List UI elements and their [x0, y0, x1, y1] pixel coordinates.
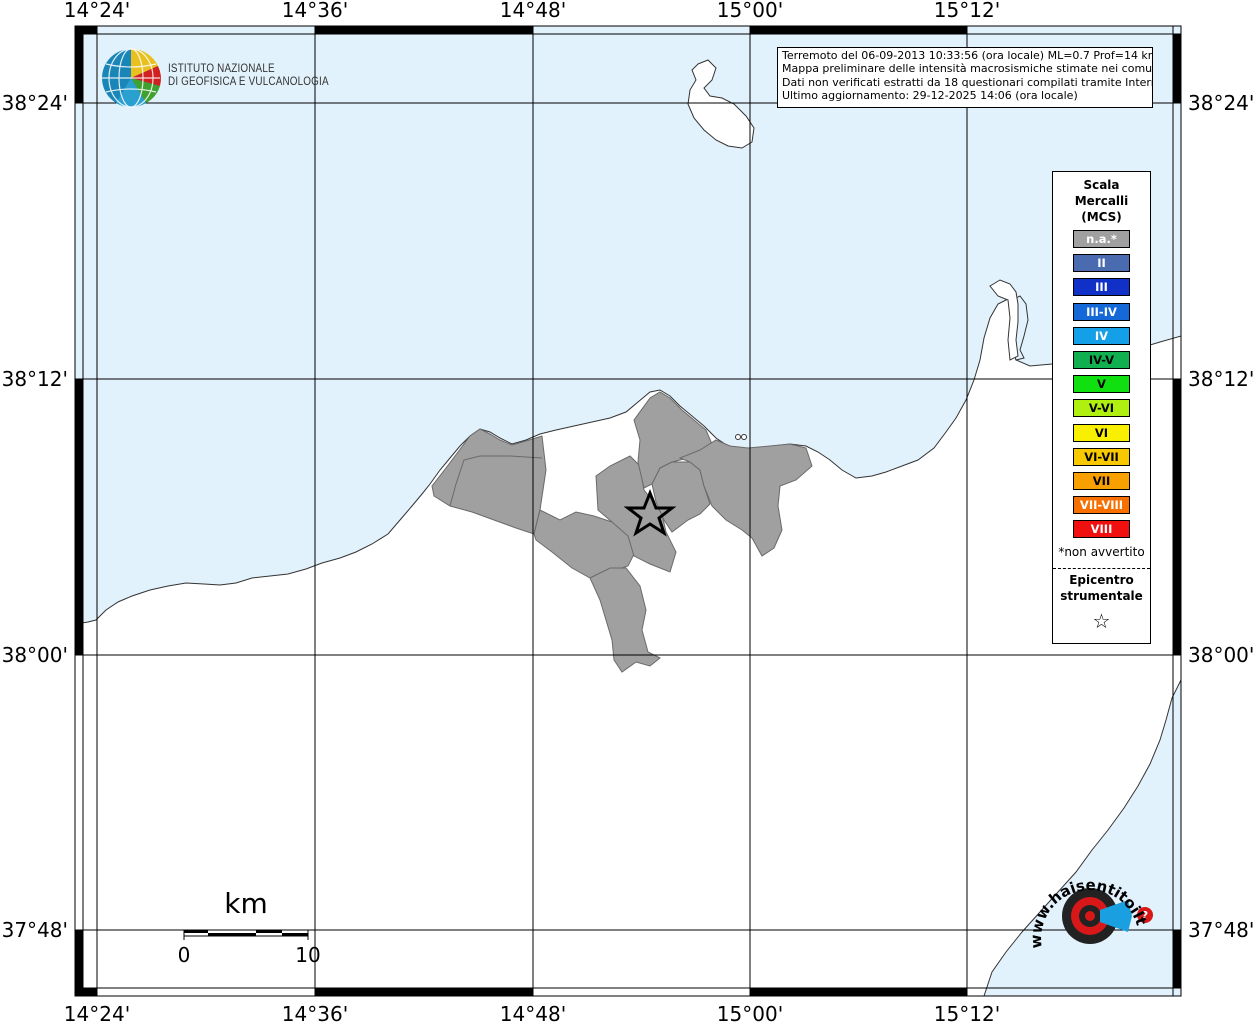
legend-swatch: n.a.*: [1073, 230, 1130, 248]
top-lon-label: 15°12': [934, 0, 1000, 22]
top-lon-label: 14°36': [282, 0, 348, 22]
right-lat-label: 38°24': [1188, 91, 1254, 115]
ingv-logo-text: ISTITUTO NAZIONALE DI GEOFISICA E VULCAN…: [168, 63, 329, 89]
bottom-lon-label: 15°12': [934, 1002, 1000, 1024]
top-lon-label: 14°24': [64, 0, 130, 22]
bottom-lon-label: 14°24': [64, 1002, 130, 1024]
event-info-line: Mappa preliminare delle intensità macros…: [782, 62, 1153, 76]
legend-title: Scala: [1083, 178, 1120, 192]
mcs-legend: Scala Mercalli (MCS) n.a.* II III III-IV IV I…: [1052, 171, 1151, 644]
islet: [741, 434, 747, 440]
event-info-line: Dati non verificati estratti da 18 quest…: [782, 75, 1153, 89]
bottom-lon-label: 14°36': [282, 1002, 348, 1024]
star-icon: ☆: [1092, 609, 1111, 633]
ingv-name-line1: ISTITUTO NAZIONALE: [168, 63, 275, 75]
left-lat-label: 38°12': [2, 367, 68, 391]
ingv-name-line2: DI GEOFISICA E VULCANOLOGIA: [168, 76, 329, 88]
event-info-line: Terremoto del 06-09-2013 10:33:56 (ora l…: [782, 49, 1153, 62]
bottom-lon-label: 14°48': [500, 1002, 566, 1024]
right-lat-label: 38°00': [1188, 643, 1254, 667]
legend-swatch: III: [1073, 278, 1130, 297]
legend-epicenter-label: Epicentro: [1069, 573, 1134, 587]
legend-divider: [1053, 568, 1150, 569]
legend-swatch: III-IV: [1073, 302, 1130, 321]
legend-swatch: VI-VII: [1073, 447, 1130, 466]
scale-end: 10: [295, 943, 320, 967]
legend-swatch: VI: [1073, 423, 1130, 442]
legend-swatch: II: [1073, 254, 1130, 273]
bottom-lon-label: 15°00': [717, 1002, 783, 1024]
left-lat-label: 38°24': [2, 91, 68, 115]
event-info-box: Terremoto del 06-09-2013 10:33:56 (ora l…: [777, 47, 1153, 108]
legend-swatch: IV-V: [1073, 351, 1130, 369]
legend-swatch: VII: [1073, 472, 1130, 490]
islet: [735, 434, 741, 440]
left-lat-label: 37°48': [2, 918, 68, 942]
legend-swatch: VIII: [1073, 520, 1130, 539]
event-info-line: Ultimo aggiornamento: 29-12-2025 14:06 (…: [782, 89, 1078, 103]
top-lon-label: 14°48': [500, 0, 566, 22]
scale-start: 0: [178, 943, 191, 967]
right-lat-label: 38°12': [1188, 367, 1254, 391]
left-lat-label: 38°00': [2, 643, 68, 667]
right-lat-label: 37°48': [1188, 918, 1254, 942]
legend-swatch: VII-VIII: [1073, 496, 1130, 515]
legend-epicenter-label: strumentale: [1060, 589, 1143, 603]
top-lon-label: 15°00': [717, 0, 783, 22]
legend-swatch: IV: [1073, 326, 1130, 345]
ingv-globe-icon: [102, 48, 161, 108]
legend-swatch: V-VI: [1073, 399, 1130, 418]
legend-note: *non avvertito: [1058, 545, 1145, 559]
legend-title: Mercalli: [1074, 194, 1129, 208]
legend-title: (MCS): [1081, 210, 1122, 224]
legend-swatch: V: [1073, 375, 1130, 394]
scale-unit: km: [224, 887, 268, 920]
